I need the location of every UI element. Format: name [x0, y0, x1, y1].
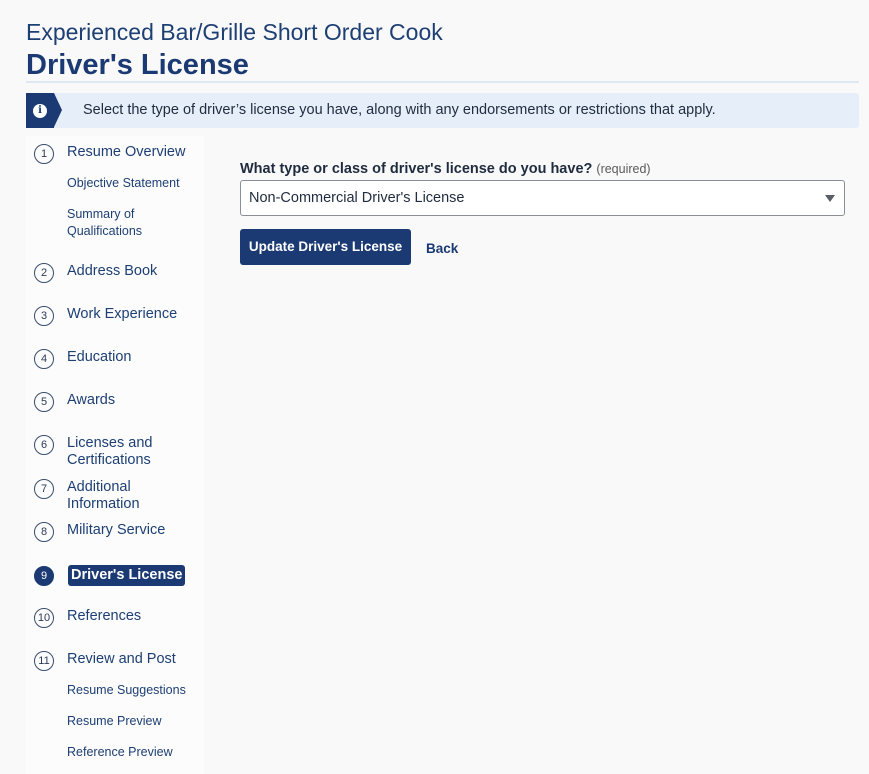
chevron-down-icon — [825, 195, 835, 202]
page: Experienced Bar/Grille Short Order Cook … — [0, 0, 869, 774]
sidebar-item-label[interactable]: Review and Post — [67, 651, 207, 668]
sidebar-item-label[interactable]: Address Book — [67, 263, 207, 280]
step-number: 5 — [34, 392, 54, 412]
header-divider — [26, 81, 859, 83]
sidebar-subitem-resume-suggestions[interactable]: Resume Suggestions — [67, 682, 207, 699]
step-number: 6 — [34, 435, 54, 455]
sidebar-item-label-active[interactable]: Driver's License — [68, 565, 186, 586]
sidebar-item-label[interactable]: Education — [67, 349, 207, 366]
step-number: 1 — [34, 144, 54, 164]
step-number: 8 — [34, 522, 54, 542]
step-number: 4 — [34, 349, 54, 369]
sidebar-item-label[interactable]: Additional Information — [67, 479, 157, 513]
step-number: 7 — [34, 479, 54, 499]
sidebar-item-label[interactable]: Military Service — [67, 522, 207, 539]
sidebar-subitem-summary-of-qualifications[interactable]: Summary of Qualifications — [67, 206, 177, 240]
page-header: Experienced Bar/Grille Short Order Cook … — [26, 18, 859, 82]
sidebar-nav: 1 Resume Overview Objective Statement Su… — [26, 136, 204, 774]
required-note: (required) — [596, 162, 651, 176]
info-flag: i — [26, 93, 54, 128]
sidebar-item-label[interactable]: Awards — [67, 392, 207, 409]
info-banner: i Select the type of driver’s license yo… — [26, 93, 859, 128]
sidebar-subitem-resume-preview[interactable]: Resume Preview — [67, 713, 207, 730]
step-number: 11 — [34, 651, 54, 671]
license-type-label: What type or class of driver's license d… — [240, 160, 845, 178]
sidebar-item-label[interactable]: Licenses and Certifications — [67, 435, 167, 469]
info-icon: i — [33, 104, 47, 118]
step-number: 2 — [34, 263, 54, 283]
sidebar-item-label[interactable]: References — [67, 608, 207, 625]
drivers-license-form: What type or class of driver's license d… — [240, 160, 845, 265]
sidebar-item-label[interactable]: Resume Overview — [67, 144, 207, 161]
update-drivers-license-button[interactable]: Update Driver's License — [240, 229, 411, 265]
sidebar-subitem-reference-preview[interactable]: Reference Preview — [67, 744, 207, 761]
license-type-selected-value: Non-Commercial Driver's License — [249, 190, 465, 206]
sidebar-subitem-objective-statement[interactable]: Objective Statement — [67, 175, 207, 192]
back-link[interactable]: Back — [426, 240, 458, 257]
info-flag-arrow — [54, 93, 62, 127]
page-title: Driver's License — [26, 49, 249, 81]
sidebar-item-label[interactable]: Work Experience — [67, 306, 207, 323]
license-type-select[interactable]: Non-Commercial Driver's License — [240, 180, 845, 216]
step-number: 3 — [34, 306, 54, 326]
step-number-active: 9 — [34, 566, 54, 586]
resume-title: Experienced Bar/Grille Short Order Cook — [26, 19, 443, 45]
info-text: Select the type of driver’s license you … — [83, 102, 716, 118]
step-number: 10 — [34, 608, 54, 628]
license-type-question: What type or class of driver's license d… — [240, 161, 593, 177]
